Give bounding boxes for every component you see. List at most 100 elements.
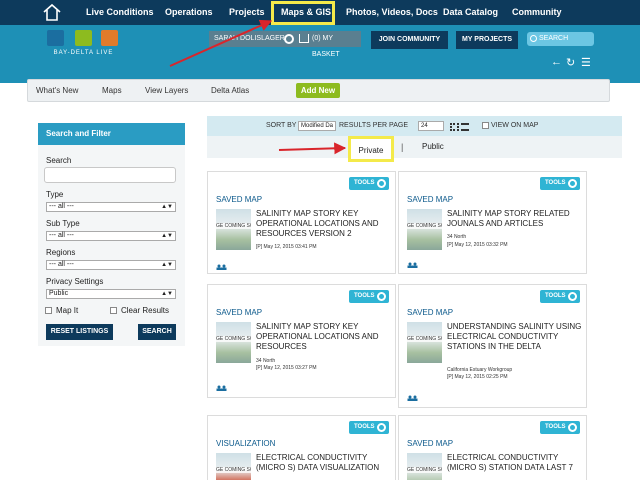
result-card[interactable]: TOOLS VISUALIZATION GE COMING SO ELECTRI… <box>207 415 396 480</box>
tools-button[interactable]: TOOLS <box>540 177 580 190</box>
card-title[interactable]: ELECTRICAL CONDUCTIVITY (MICRO S) DATA V… <box>256 453 391 473</box>
card-author[interactable]: California Estuary Workgroup <box>447 367 512 373</box>
gear-icon <box>377 292 386 301</box>
privacy-label: Privacy Settings <box>46 277 104 286</box>
subtype-select[interactable]: --- all --- ▲▼ <box>46 231 176 241</box>
card-type[interactable]: SAVED MAP <box>216 195 262 204</box>
card-date: [P] May 12, 2015 03:41 PM <box>256 244 317 250</box>
sort-by-select[interactable]: Modified Da <box>298 121 336 131</box>
logo-leaf-icon[interactable] <box>75 30 92 46</box>
user-name[interactable]: SARAH DOLISLAGER <box>214 31 285 47</box>
tools-button[interactable]: TOOLS <box>540 290 580 303</box>
card-title[interactable]: SALINITY MAP STORY RELATED JOUNALS AND A… <box>447 209 582 229</box>
card-type[interactable]: SAVED MAP <box>407 439 453 448</box>
nav-operations[interactable]: Operations <box>165 0 213 25</box>
tools-label: TOOLS <box>354 293 375 299</box>
nav-live-conditions[interactable]: Live Conditions <box>86 0 154 25</box>
subnav-maps[interactable]: Maps <box>102 80 122 101</box>
subnav-delta-atlas[interactable]: Delta Atlas <box>211 80 249 101</box>
gear-icon <box>377 179 386 188</box>
tools-button[interactable]: TOOLS <box>349 421 389 434</box>
thumbnail-text: GE COMING SO <box>216 467 251 473</box>
card-title[interactable]: UNDERSTANDING SALINITY USING ELECTRICAL … <box>447 322 582 352</box>
privacy-select[interactable]: Public ▲▼ <box>46 289 176 299</box>
search-input[interactable] <box>44 167 176 183</box>
gear-icon <box>377 423 386 432</box>
tools-label: TOOLS <box>545 424 566 430</box>
chevron-down-icon: ▲▼ <box>161 204 173 210</box>
reset-listings-button[interactable]: RESET LISTINGS <box>46 324 113 340</box>
list-view-icon[interactable] <box>461 123 469 131</box>
my-projects-button[interactable]: MY PROJECTS <box>456 31 518 49</box>
regions-label: Regions <box>46 248 76 257</box>
people-icon <box>216 385 227 391</box>
results-per-page-select[interactable]: 24 <box>418 121 444 131</box>
tab-public[interactable]: Public <box>422 142 444 151</box>
grid-view-icon[interactable] <box>450 123 459 131</box>
add-new-button[interactable]: Add New <box>296 83 340 98</box>
panel-title: Search and Filter <box>38 123 185 145</box>
card-thumbnail[interactable]: GE COMING SO <box>407 209 442 250</box>
regions-select[interactable]: --- all --- ▲▼ <box>46 260 176 270</box>
thumbnail-text: GE COMING SO <box>407 467 442 473</box>
thumbnail-text: GE COMING SO <box>216 223 251 229</box>
card-date: [P] May 12, 2015 02:25 PM <box>447 374 508 380</box>
nav-data-catalog[interactable]: Data Catalog <box>443 0 498 25</box>
result-card[interactable]: TOOLS SAVED MAP GE COMING SO SALINITY MA… <box>207 171 396 274</box>
card-type[interactable]: VISUALIZATION <box>216 439 275 448</box>
regions-select-value: --- all --- <box>49 261 74 268</box>
card-thumbnail[interactable]: GE COMING SO <box>407 453 442 480</box>
subnav-whats-new[interactable]: What's New <box>36 80 78 101</box>
nav-community[interactable]: Community <box>512 0 562 25</box>
logo-bird-icon[interactable] <box>47 30 64 46</box>
card-thumbnail[interactable]: GE COMING SO <box>216 453 251 480</box>
tools-label: TOOLS <box>354 180 375 186</box>
card-thumbnail[interactable]: GE COMING SO <box>407 322 442 363</box>
card-type[interactable]: SAVED MAP <box>407 308 453 317</box>
thumbnail-text: GE COMING SO <box>216 336 251 342</box>
result-card[interactable]: TOOLS SAVED MAP GE COMING SO SALINITY MA… <box>207 284 396 398</box>
search-label: Search <box>46 156 72 165</box>
logo-fish-icon[interactable] <box>101 30 118 46</box>
nav-projects[interactable]: Projects <box>229 0 265 25</box>
menu-icon[interactable]: ☰ <box>581 56 591 69</box>
tab-separator: | <box>401 142 404 152</box>
result-card[interactable]: TOOLS SAVED MAP GE COMING SO UNDERSTANDI… <box>398 284 587 408</box>
subtype-select-value: --- all --- <box>49 232 74 239</box>
result-card[interactable]: TOOLS SAVED MAP GE COMING SO SALINITY MA… <box>398 171 587 274</box>
sort-bar: SORT BY Modified Da RESULTS PER PAGE 24 … <box>207 116 622 136</box>
card-thumbnail[interactable]: GE COMING SO <box>216 209 251 250</box>
tools-button[interactable]: TOOLS <box>349 177 389 190</box>
gear-icon[interactable] <box>284 34 294 44</box>
map-it-checkbox[interactable] <box>45 307 52 314</box>
tools-button[interactable]: TOOLS <box>349 290 389 303</box>
subnav-view-layers[interactable]: View Layers <box>145 80 188 101</box>
card-title[interactable]: SALINITY MAP STORY KEY OPERATIONAL LOCAT… <box>256 322 391 352</box>
card-title[interactable]: SALINITY MAP STORY KEY OPERATIONAL LOCAT… <box>256 209 391 239</box>
type-select[interactable]: --- all --- ▲▼ <box>46 202 176 212</box>
card-thumbnail[interactable]: GE COMING SO <box>216 322 251 363</box>
clear-results-checkbox[interactable] <box>110 307 117 314</box>
card-author[interactable]: 34 North <box>447 234 466 240</box>
search-icon <box>530 35 537 42</box>
people-icon <box>216 264 227 270</box>
nav-photos-videos-docs[interactable]: Photos, Videos, Docs <box>346 0 438 25</box>
tools-button[interactable]: TOOLS <box>540 421 580 434</box>
header-search[interactable]: SEARCH <box>527 32 594 46</box>
tab-private[interactable]: Private <box>348 136 394 162</box>
my-basket-link[interactable]: (0) MY BASKET <box>312 31 361 58</box>
cart-icon[interactable] <box>299 34 309 43</box>
type-select-value: --- all --- <box>49 203 74 210</box>
card-type[interactable]: SAVED MAP <box>216 308 262 317</box>
back-arrow-icon[interactable]: ← <box>551 56 562 68</box>
card-author[interactable]: 34 North <box>256 358 275 364</box>
sub-navigation: What's New Maps View Layers Delta Atlas … <box>27 79 610 102</box>
result-card[interactable]: TOOLS SAVED MAP GE COMING SO ELECTRICAL … <box>398 415 587 480</box>
refresh-icon[interactable]: ↻ <box>566 56 575 69</box>
home-icon[interactable] <box>42 3 62 22</box>
card-type[interactable]: SAVED MAP <box>407 195 453 204</box>
search-button[interactable]: SEARCH <box>138 324 176 340</box>
join-community-button[interactable]: JOIN COMMUNITY <box>371 31 448 49</box>
card-title[interactable]: ELECTRICAL CONDUCTIVITY (MICRO S) STATIO… <box>447 453 582 473</box>
view-on-map-checkbox[interactable] <box>482 122 489 129</box>
